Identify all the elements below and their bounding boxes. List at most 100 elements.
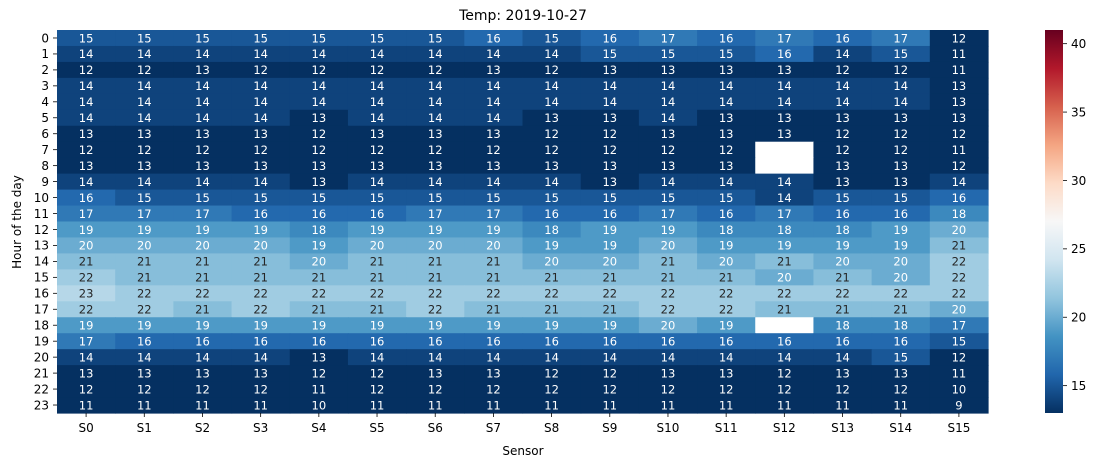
cell-value-label: 13 (312, 350, 327, 364)
cell-value-label: 11 (312, 382, 327, 396)
y-tick-label: 11 (34, 207, 49, 221)
cell-value-label: 16 (602, 31, 617, 45)
y-tick-label: 8 (41, 159, 49, 173)
cell-value-label: 13 (253, 159, 268, 173)
cell-value-label: 13 (428, 366, 443, 380)
cell-value-label: 14 (195, 175, 210, 189)
y-tick-label: 22 (34, 382, 49, 396)
cell-value-label: 16 (602, 207, 617, 221)
cell-value-label: 16 (719, 334, 734, 348)
cell-value-label: 13 (661, 159, 676, 173)
cell-value-label: 14 (253, 175, 268, 189)
cell-value-label: 13 (661, 127, 676, 141)
cell-value-label: 14 (137, 79, 152, 93)
cell-value-label: 16 (312, 207, 327, 221)
cell-value-label: 13 (602, 159, 617, 173)
cell-value-label: 13 (312, 111, 327, 125)
cell-value-label: 13 (79, 127, 94, 141)
cell-value-label: 13 (719, 63, 734, 77)
cell-value-label: 14 (253, 95, 268, 109)
cell-value-label: 12 (777, 382, 792, 396)
cell-value-label: 12 (312, 127, 327, 141)
cell-value-label: 11 (544, 398, 559, 412)
cell-value-label: 21 (602, 271, 617, 285)
cell-value-label: 11 (79, 398, 94, 412)
cell-value-label: 21 (719, 271, 734, 285)
cell-value-label: 20 (719, 255, 734, 269)
cell-value-label: 19 (719, 319, 734, 333)
x-tick-label: S14 (889, 421, 912, 435)
x-tick-label: S5 (369, 421, 384, 435)
cell-value-label: 21 (137, 255, 152, 269)
cell-value-label: 13 (893, 159, 908, 173)
cell-value-label: 20 (661, 239, 676, 253)
cell-value-label: 18 (835, 223, 850, 237)
cell-value-label: 18 (893, 319, 908, 333)
cell-value-label: 15 (79, 31, 94, 45)
y-tick-label: 20 (34, 350, 49, 364)
cell-value-label: 18 (544, 223, 559, 237)
y-tick-label: 0 (41, 31, 49, 45)
cell-value-label: 12 (952, 127, 967, 141)
cell-value-label: 18 (952, 207, 967, 221)
cell-value-label: 12 (428, 382, 443, 396)
cell-value-label: 12 (544, 127, 559, 141)
cell-value-label: 16 (428, 334, 443, 348)
cell-value-label: 14 (195, 111, 210, 125)
cell-value-label: 11 (602, 398, 617, 412)
cell-value-label: 14 (195, 350, 210, 364)
cell-value-label: 13 (79, 159, 94, 173)
cell-value-label: 17 (661, 207, 676, 221)
cell-value-label: 14 (486, 47, 501, 61)
cell-value-label: 14 (137, 175, 152, 189)
cell-value-label: 22 (253, 287, 268, 301)
cell-value-label: 14 (661, 111, 676, 125)
cell-value-label: 13 (428, 127, 443, 141)
cell-value-label: 15 (428, 191, 443, 205)
colorbar-gradient (1045, 30, 1063, 413)
cell-value-label: 15 (137, 191, 152, 205)
cell-value-label: 16 (544, 207, 559, 221)
cell-value-label: 14 (253, 47, 268, 61)
cell-value-label: 12 (428, 63, 443, 77)
cell-value-label: 14 (428, 79, 443, 93)
cell-value-label: 21 (428, 271, 443, 285)
cell-value-label: 13 (79, 366, 94, 380)
heatmap-cell (755, 317, 815, 334)
cell-value-label: 17 (137, 207, 152, 221)
y-tick-label: 17 (34, 303, 49, 317)
cell-value-label: 22 (370, 287, 385, 301)
cell-value-label: 15 (195, 31, 210, 45)
cell-value-label: 13 (893, 111, 908, 125)
cell-value-label: 15 (486, 191, 501, 205)
cell-value-label: 14 (370, 47, 385, 61)
cell-value-label: 12 (370, 143, 385, 157)
cell-value-label: 20 (428, 239, 443, 253)
cell-value-label: 22 (835, 287, 850, 301)
y-tick-label: 9 (41, 175, 49, 189)
cell-value-label: 14 (544, 95, 559, 109)
cell-value-label: 19 (719, 239, 734, 253)
cell-value-label: 16 (777, 47, 792, 61)
x-tick-label: S6 (428, 421, 443, 435)
y-tick-label: 10 (34, 191, 49, 205)
cell-value-label: 14 (486, 175, 501, 189)
cell-value-label: 14 (195, 47, 210, 61)
cell-value-label: 12 (602, 143, 617, 157)
cell-value-label: 22 (661, 303, 676, 317)
x-tick-label: S4 (311, 421, 326, 435)
cell-value-label: 11 (835, 398, 850, 412)
cell-value-label: 13 (312, 175, 327, 189)
cell-value-label: 14 (544, 350, 559, 364)
cell-value-label: 14 (195, 95, 210, 109)
cell-value-label: 14 (370, 350, 385, 364)
cell-value-label: 14 (893, 95, 908, 109)
cell-value-label: 21 (370, 271, 385, 285)
cell-value-label: 20 (137, 239, 152, 253)
cell-value-label: 13 (719, 127, 734, 141)
cell-value-label: 14 (893, 79, 908, 93)
cell-value-label: 12 (312, 143, 327, 157)
y-tick-label: 1 (41, 47, 49, 61)
cell-value-label: 13 (486, 366, 501, 380)
cell-value-label: 14 (79, 47, 94, 61)
